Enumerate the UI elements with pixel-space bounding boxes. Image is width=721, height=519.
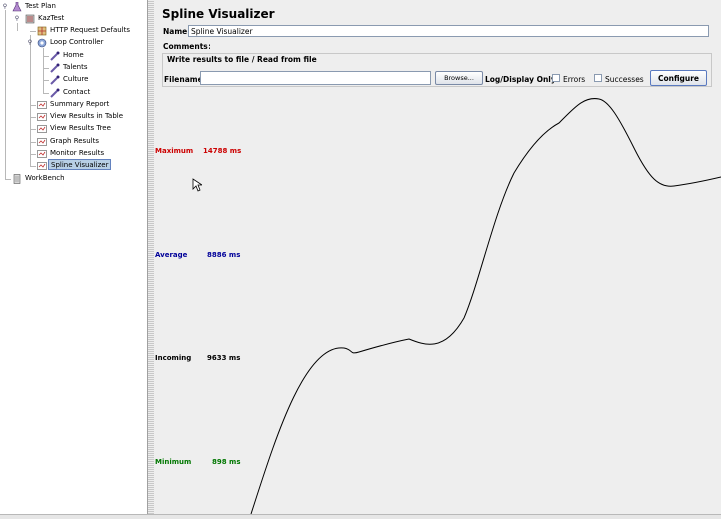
comments-field[interactable] xyxy=(208,40,709,52)
tree-node-label: Graph Results xyxy=(50,137,99,145)
tree-node-label: Test Plan xyxy=(25,2,56,10)
file-panel-title: Write results to file / Read from file xyxy=(167,55,317,64)
incoming-value: 9633 ms xyxy=(207,354,241,362)
tree-node-label: Loop Controller xyxy=(50,38,104,46)
tree-node-culture[interactable]: Culture xyxy=(0,74,147,86)
tree-node-label: Culture xyxy=(63,75,89,83)
name-label: Name: xyxy=(163,27,191,36)
tree-node-label: Talents xyxy=(63,63,88,71)
tree-node-label-selected: Spline Visualizer xyxy=(48,159,112,170)
tree-node-label: Summary Report xyxy=(50,100,110,108)
spline-visualizer-panel: Spline Visualizer Name: Spline Visualize… xyxy=(154,0,721,514)
tree-node-label: View Results Tree xyxy=(50,124,111,132)
collapse-toggle-icon[interactable]: ⚲ xyxy=(14,16,20,22)
config-element-icon xyxy=(37,26,47,36)
tree-node-spline-visualizer[interactable]: Spline Visualizer xyxy=(0,159,147,172)
tree-node-workbench[interactable]: WorkBench xyxy=(0,173,147,185)
tree-node-summary-report[interactable]: Summary Report xyxy=(0,99,147,111)
tree-node-label: Home xyxy=(63,51,84,59)
tree-node-test-plan[interactable]: ⚲ Test Plan xyxy=(0,1,147,13)
tree-node-contact[interactable]: Contact xyxy=(0,87,147,99)
errors-checkbox[interactable] xyxy=(552,74,560,82)
tree-node-view-results-table[interactable]: View Results in Table xyxy=(0,111,147,123)
collapse-toggle-icon[interactable]: ⚲ xyxy=(2,4,8,10)
listener-report-icon xyxy=(37,125,47,133)
jmeter-window: ⚲ Test Plan ⚲ KazTest HTTP Request Defau… xyxy=(0,0,721,519)
tree-node-home[interactable]: Home xyxy=(0,50,147,62)
flask-icon xyxy=(12,2,22,12)
tree-node-label: KazTest xyxy=(38,14,65,22)
successes-checkbox[interactable] xyxy=(594,74,602,82)
name-field[interactable]: Spline Visualizer xyxy=(188,25,709,37)
comments-label: Comments: xyxy=(163,42,211,51)
filename-label: Filename xyxy=(164,75,203,84)
listener-report-icon xyxy=(37,150,47,158)
pipette-icon xyxy=(50,63,60,73)
tree-node-kaztest[interactable]: ⚲ KazTest xyxy=(0,13,147,25)
pipette-icon xyxy=(50,51,60,61)
mouse-cursor-icon xyxy=(192,178,202,192)
minimum-label: Minimum xyxy=(155,458,192,466)
tree-node-label: WorkBench xyxy=(25,174,65,182)
maximum-value: 14788 ms xyxy=(203,147,242,155)
tree-node-view-results-tree[interactable]: View Results Tree xyxy=(0,123,147,135)
tree-node-label: HTTP Request Defaults xyxy=(50,26,131,34)
workbench-icon xyxy=(13,174,21,184)
tree-node-label: Monitor Results xyxy=(50,149,105,157)
pipette-icon xyxy=(50,88,60,98)
panel-title: Spline Visualizer xyxy=(162,7,275,21)
thread-group-icon xyxy=(25,14,35,24)
file-panel: Write results to file / Read from file F… xyxy=(162,53,712,87)
listener-report-icon xyxy=(37,138,47,146)
spline-graph: Maximum 14788 ms Average 8886 ms Incomin… xyxy=(154,93,721,514)
tree-node-graph-results[interactable]: Graph Results xyxy=(0,136,147,148)
collapse-toggle-icon[interactable]: ⚲ xyxy=(27,40,33,46)
tree-node-talents[interactable]: Talents xyxy=(0,62,147,74)
filename-input[interactable] xyxy=(200,71,431,85)
tree-node-loop-controller[interactable]: ⚲ Loop Controller xyxy=(0,37,147,49)
minimum-value: 898 ms xyxy=(212,458,241,466)
status-bar xyxy=(0,514,721,519)
listener-report-icon xyxy=(37,101,47,109)
maximum-label: Maximum xyxy=(155,147,194,155)
browse-button[interactable]: Browse... xyxy=(435,71,483,85)
listener-report-icon xyxy=(37,113,47,121)
incoming-label: Incoming xyxy=(155,354,192,362)
configure-button[interactable]: Configure xyxy=(650,70,707,86)
listener-report-icon xyxy=(37,162,47,170)
tree-node-label: Contact xyxy=(63,88,91,96)
log-display-only-label: Log/Display Only: xyxy=(485,75,559,84)
pipette-icon xyxy=(50,75,60,85)
average-value: 8886 ms xyxy=(207,251,241,259)
spline-curve xyxy=(250,98,721,514)
errors-label: Errors xyxy=(563,75,586,84)
average-label: Average xyxy=(155,251,188,259)
test-plan-tree[interactable]: ⚲ Test Plan ⚲ KazTest HTTP Request Defau… xyxy=(0,0,148,514)
tree-node-http-request-defaults[interactable]: HTTP Request Defaults xyxy=(0,25,147,37)
loop-controller-icon xyxy=(37,38,47,48)
tree-node-label: View Results in Table xyxy=(50,112,124,120)
successes-label: Successes xyxy=(605,75,644,84)
